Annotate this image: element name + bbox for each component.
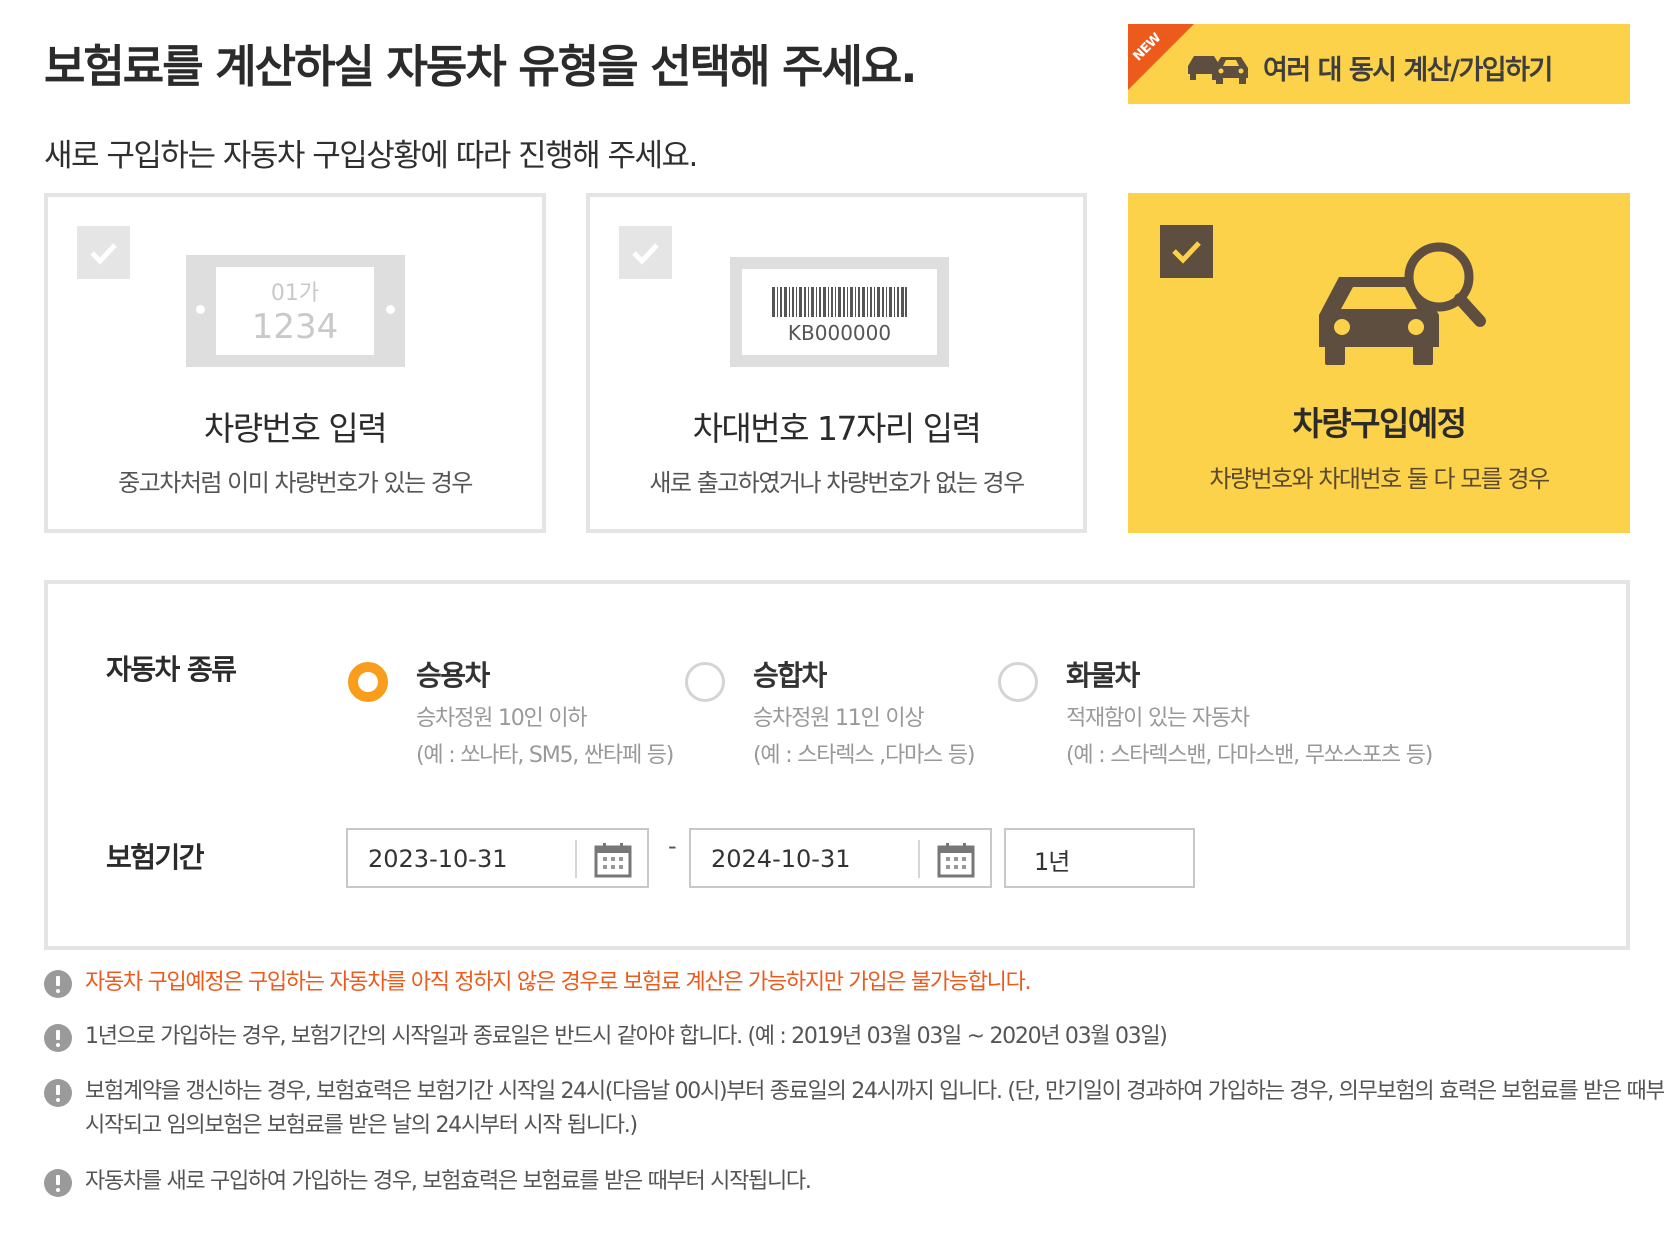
radio-sub2: (예 : 스타렉스 ,다마스 등) xyxy=(753,743,976,768)
notice-text: 자동차 구입예정은 구입하는 자동차를 아직 정하지 않은 경우로 보험료 계산… xyxy=(85,970,1032,995)
check-icon xyxy=(632,243,659,265)
multi-car-calc-button[interactable]: NEW 여러 대 동시 계산/가입하기 xyxy=(1128,24,1630,104)
info-icon xyxy=(44,1169,72,1197)
barcode-icon: KB000000 xyxy=(730,257,949,367)
car-info-form: 자동차 종류 승용차 승차정원 10인 이하 (예 : 쏘나타, SM5, 싼타… xyxy=(44,580,1630,950)
period-length-value: 1년 xyxy=(1034,848,1070,876)
info-icon xyxy=(44,970,72,998)
page-title: 보험료를 계산하실 자동차 유형을 선택해 주세요. xyxy=(44,40,917,93)
card-title: 차량번호 입력 xyxy=(203,409,388,448)
radio-title: 승용차 xyxy=(416,659,490,692)
info-icon xyxy=(44,1079,72,1107)
card-desc: 새로 출고하였거나 차량번호가 없는 경우 xyxy=(649,469,1025,497)
radio-sub1: 승차정원 10인 이하 xyxy=(416,706,588,731)
barcode-bars xyxy=(772,287,907,317)
multi-car-calc-label: 여러 대 동시 계산/가입하기 xyxy=(1263,55,1553,86)
notice-text: 자동차를 새로 구입하여 가입하는 경우, 보험효력은 보험료를 받은 때부터 … xyxy=(85,1169,812,1194)
card-title: 차량구입예정 xyxy=(1292,404,1467,443)
radio-sub2: (예 : 쏘나타, SM5, 싼타페 등) xyxy=(416,743,674,768)
radio-circle[interactable] xyxy=(685,662,725,702)
card-checkbox[interactable] xyxy=(619,226,672,279)
info-icon xyxy=(44,1024,72,1052)
card-purchase-planned[interactable]: 차량구입예정 차량번호와 차대번호 둘 다 모를 경우 xyxy=(1128,193,1630,533)
card-title: 차대번호 17자리 입력 xyxy=(692,409,982,448)
radio-sub1: 승차정원 11인 이상 xyxy=(753,706,925,731)
card-desc: 중고차처럼 이미 차량번호가 있는 경우 xyxy=(118,469,473,497)
radio-sub2: (예 : 스타렉스밴, 다마스밴, 무쏘스포츠 등) xyxy=(1066,743,1433,768)
car-search-icon xyxy=(1319,242,1486,365)
subtitle: 새로 구입하는 자동차 구입상황에 따라 진행해 주세요. xyxy=(44,138,698,174)
plate-line1: 01가 xyxy=(270,281,320,306)
start-date-value: 2023-10-31 xyxy=(368,845,508,873)
card-vin-number[interactable]: KB000000 차대번호 17자리 입력 새로 출고하였거나 차량번호가 없는… xyxy=(586,193,1087,533)
card-checkbox[interactable] xyxy=(1160,225,1213,278)
check-icon xyxy=(1172,241,1201,264)
radio-title: 승합차 xyxy=(753,659,827,692)
card-checkbox[interactable] xyxy=(77,226,130,279)
date-separator: - xyxy=(668,832,677,860)
radio-circle[interactable] xyxy=(998,662,1038,702)
period-length-field[interactable]: 1년 xyxy=(1004,828,1195,888)
vin-code: KB000000 xyxy=(787,321,892,345)
card-plate-number[interactable]: 01가 1234 차량번호 입력 중고차처럼 이미 차량번호가 있는 경우 xyxy=(44,193,546,533)
end-date-value: 2024-10-31 xyxy=(711,845,851,873)
car-type-label: 자동차 종류 xyxy=(106,653,237,686)
calendar-icon[interactable] xyxy=(594,842,632,878)
end-date-field[interactable]: 2024-10-31 xyxy=(689,828,992,888)
license-plate-icon: 01가 1234 xyxy=(186,255,405,367)
plate-line2: 1234 xyxy=(251,307,339,347)
radio-title: 화물차 xyxy=(1066,659,1140,692)
cars-icon xyxy=(1188,56,1248,84)
check-icon xyxy=(90,243,117,265)
insurance-period-label: 보험기간 xyxy=(106,841,205,874)
notice-text-line1: 보험계약을 갱신하는 경우, 보험효력은 보험기간 시작일 24시(다음날 00… xyxy=(85,1079,1664,1104)
radio-circle[interactable] xyxy=(348,662,388,702)
notice-text-line2: 시작되고 임의보험은 보험료를 받은 날의 24시부터 시작 됩니다.) xyxy=(85,1113,638,1138)
start-date-field[interactable]: 2023-10-31 xyxy=(346,828,649,888)
radio-sub1: 적재함이 있는 자동차 xyxy=(1066,706,1250,731)
card-desc: 차량번호와 차대번호 둘 다 모를 경우 xyxy=(1209,465,1550,493)
calendar-icon[interactable] xyxy=(937,842,975,878)
notice-text: 1년으로 가입하는 경우, 보험기간의 시작일과 종료일은 반드시 같아야 합니… xyxy=(85,1024,1168,1049)
